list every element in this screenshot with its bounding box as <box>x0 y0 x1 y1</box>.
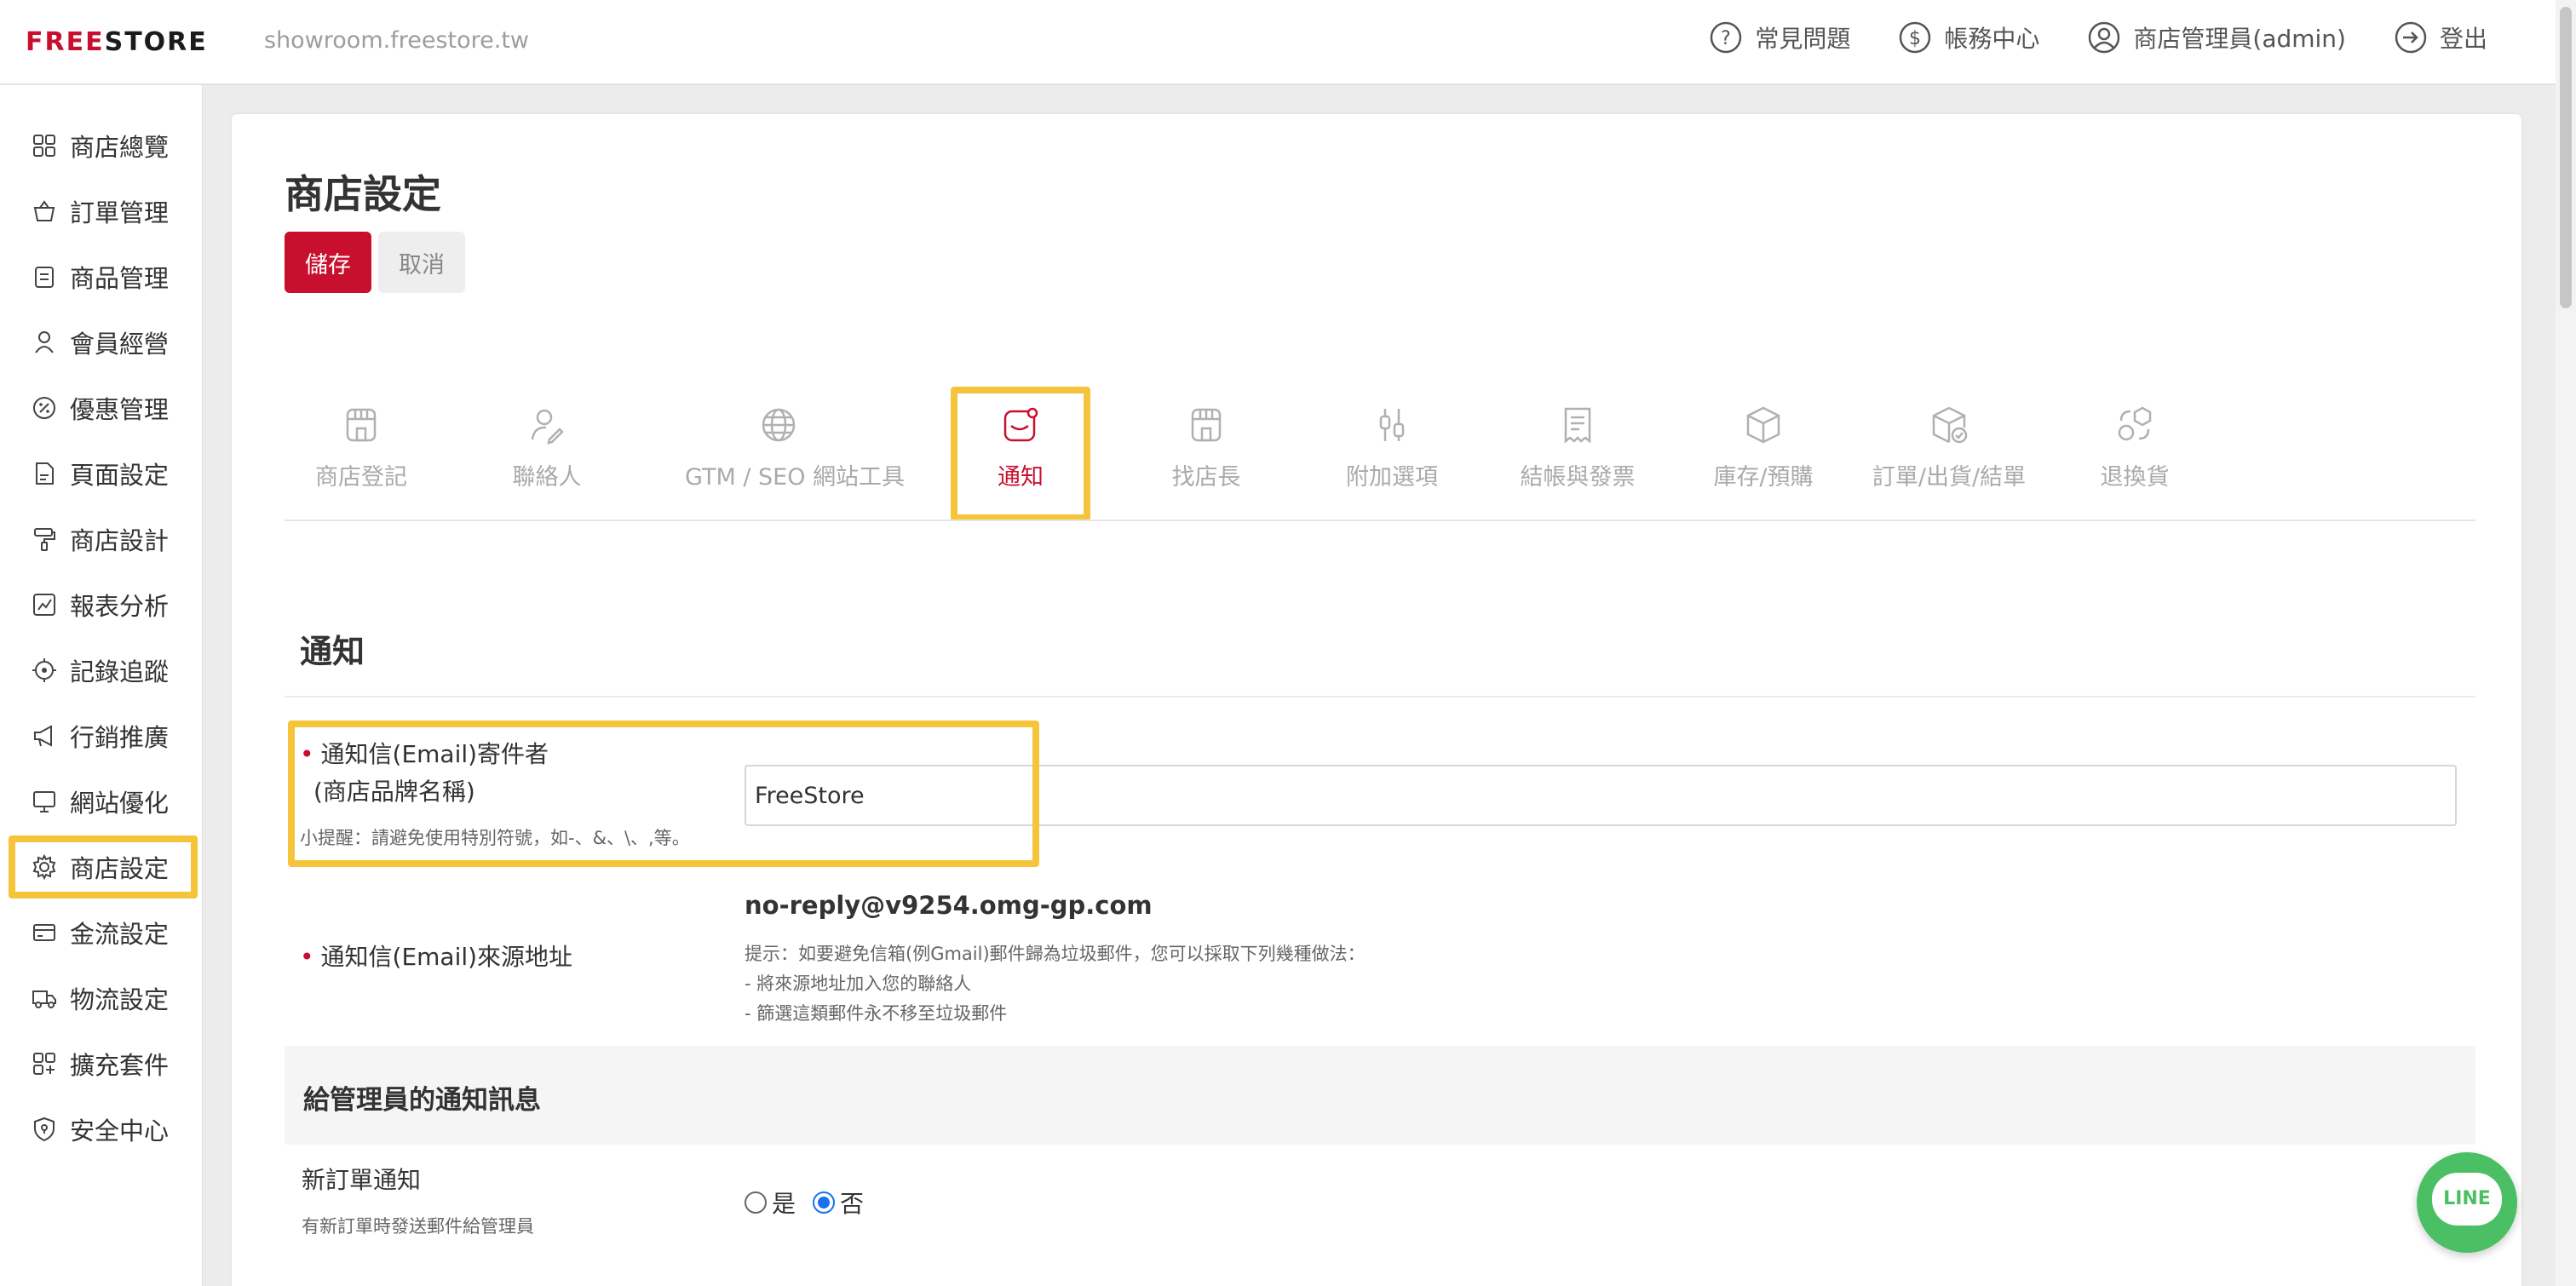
active-nav-highlight <box>9 835 198 898</box>
globe-icon <box>762 408 796 442</box>
paint-roller-icon <box>34 528 55 551</box>
person-icon <box>35 331 54 353</box>
save-button[interactable]: 儲存 <box>285 232 371 293</box>
box-icon <box>1746 406 1780 444</box>
credit-card-icon <box>33 924 55 941</box>
document-icon <box>36 462 54 485</box>
billing-link[interactable]: $ 帳務中心 <box>1898 20 2039 55</box>
monitor-icon <box>33 791 55 812</box>
tab-find-manager[interactable]: 找店長 <box>1117 404 1296 497</box>
new-order-hint: 有新訂單時發送郵件給管理員 <box>302 1216 534 1237</box>
tip-line: - 將來源地址加入您的聯絡人 <box>745 973 972 994</box>
field-highlight <box>288 721 1039 867</box>
box-check-icon <box>1932 406 1968 444</box>
app: FREESTORE showroom.freestore.tw ? 常見問題 $… <box>0 0 2576 1286</box>
tab-gtm-seo[interactable]: GTM / SEO 網站工具 <box>685 404 905 497</box>
radio-yes[interactable] <box>745 1191 767 1214</box>
sidebar-item-products[interactable]: 商品管理 <box>31 255 169 298</box>
sidebar-item-extensions[interactable]: 擴充套件 <box>31 1042 169 1085</box>
logout-icon <box>2395 21 2427 54</box>
sidebar-item-reports[interactable]: 報表分析 <box>31 583 169 626</box>
store-url[interactable]: showroom.freestore.tw <box>264 27 529 54</box>
admin-account-link[interactable]: 商店管理員(admin) <box>2087 20 2346 55</box>
page-title: 商店設定 <box>285 171 441 217</box>
faq-link[interactable]: ? 常見問題 <box>1709 20 1850 55</box>
freestore-logo[interactable]: FREESTORE <box>26 27 208 57</box>
required-mark: • <box>300 943 314 971</box>
storefront-icon <box>346 408 377 442</box>
top-links: ? 常見問題 $ 帳務中心 商店管理員(admin) 登出 <box>1709 20 2487 55</box>
top-bar: FREESTORE showroom.freestore.tw ? 常見問題 $… <box>0 0 2556 85</box>
sidebar-item-security[interactable]: 安全中心 <box>31 1108 169 1151</box>
puzzle-grid-icon <box>33 1053 55 1075</box>
tab-returns[interactable]: 退換貨 <box>2045 404 2224 497</box>
storefront-icon <box>1191 408 1222 442</box>
sidebar-item-overview[interactable]: 商店總覽 <box>31 124 169 167</box>
truck-icon <box>32 990 56 1008</box>
sidebar-item-payment[interactable]: 金流設定 <box>31 911 169 954</box>
source-email: no-reply@v9254.omg-gp.com <box>745 891 1153 920</box>
line-icon: LINE <box>2432 1173 2502 1226</box>
tab-store-registration[interactable]: 商店登記 <box>272 404 451 497</box>
sidebar: 商店總覽 訂單管理 商品管理 會員經營 優惠管理 頁面設定 商店設計 報表分析 <box>0 85 203 1286</box>
admin-notify-title: 給管理員的通知訊息 <box>303 1085 541 1116</box>
sidebar-item-members[interactable]: 會員經營 <box>31 321 169 364</box>
logout-link[interactable]: 登出 <box>2394 20 2487 55</box>
new-order-radio-group: 是 否 <box>745 1186 876 1220</box>
chart-icon <box>33 594 55 616</box>
svg-text:?: ? <box>1722 28 1732 49</box>
active-tab-highlight <box>951 387 1090 521</box>
section-divider <box>285 696 2475 698</box>
sidebar-item-promotions[interactable]: 優惠管理 <box>31 387 169 429</box>
user-edit-icon <box>531 409 564 445</box>
receipt-icon <box>1564 407 1591 444</box>
section-title: 通知 <box>300 633 365 670</box>
cancel-button[interactable]: 取消 <box>378 232 465 293</box>
scrollbar[interactable] <box>2556 0 2576 1286</box>
tab-add-ons[interactable]: 附加選項 <box>1302 404 1481 497</box>
sidebar-item-logistics[interactable]: 物流設定 <box>31 977 169 1019</box>
tip-line: - 篩選這類郵件永不移至垃圾郵件 <box>745 1003 1008 1024</box>
basket-icon <box>33 200 55 221</box>
sidebar-item-design[interactable]: 商店設計 <box>31 518 169 560</box>
tab-contact[interactable]: 聯絡人 <box>457 404 636 497</box>
new-order-label: 新訂單通知 <box>302 1166 422 1194</box>
dollar-icon: $ <box>1900 21 1931 54</box>
main-card: 商店設定 儲存 取消 商店登記 聯絡人 GTM / SEO 網站工具 通知 找店… <box>230 112 2523 1286</box>
tab-checkout-invoice[interactable]: 結帳與發票 <box>1488 404 1667 497</box>
clipboard-icon <box>35 267 54 288</box>
sidebar-item-pages[interactable]: 頁面設定 <box>31 452 169 495</box>
user-icon <box>2089 21 2120 54</box>
sidebar-item-marketing[interactable]: 行銷推廣 <box>31 715 169 757</box>
grid-icon <box>33 135 55 157</box>
exchange-icon <box>2118 406 2152 441</box>
sliders-icon <box>1379 409 1405 441</box>
sidebar-item-orders[interactable]: 訂單管理 <box>31 190 169 233</box>
line-chat-button[interactable]: LINE <box>2417 1152 2517 1253</box>
shield-icon <box>34 1117 55 1142</box>
svg-text:$: $ <box>1909 28 1921 49</box>
tip-line: 提示：如要避免信箱(例Gmail)郵件歸為垃圾郵件，您可以採取下列幾種做法： <box>745 944 1366 964</box>
admin-notify-header: 給管理員的通知訊息 <box>285 1046 2475 1145</box>
sidebar-item-tracking[interactable]: 記錄追蹤 <box>31 649 169 692</box>
megaphone-icon <box>34 725 52 747</box>
source-label: • 通知信(Email)來源地址 <box>300 943 573 971</box>
tabs-divider <box>285 520 2475 521</box>
radio-no[interactable] <box>813 1191 836 1214</box>
scrollbar-thumb[interactable] <box>2560 7 2572 308</box>
question-icon: ? <box>1711 21 1742 54</box>
tab-order-shipping[interactable]: 訂單/出貨/結單 <box>1860 404 2038 497</box>
tab-inventory-preorder[interactable]: 庫存/預購 <box>1674 404 1853 497</box>
target-icon <box>32 658 56 682</box>
sidebar-item-seo[interactable]: 網站優化 <box>31 780 169 823</box>
discount-icon <box>33 397 55 419</box>
